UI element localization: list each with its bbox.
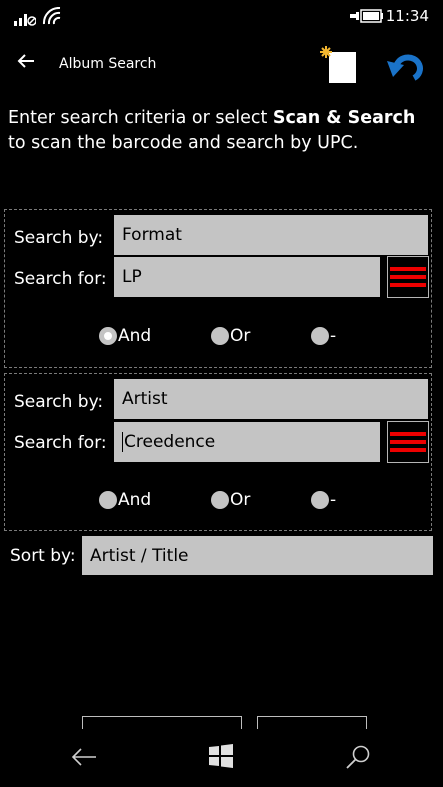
app-header: Album Search [0,40,443,92]
stripe-icon [390,275,426,279]
field-options-button[interactable] [387,256,429,298]
battery-charging-icon [350,9,383,23]
criteria-group-2: Search by: Artist Search for: Creedence … [4,373,432,531]
radio-label: - [330,326,337,346]
system-nav-bar [0,736,443,787]
text-cursor [122,432,123,452]
search-by-label: Search by: [14,228,104,248]
instructions-text: Enter search criteria or select Scan & S… [8,106,428,156]
intro-text-start: Enter search criteria or select [8,108,273,128]
search-by-field[interactable]: Artist [114,379,428,419]
scan-barcode-icon [320,46,356,83]
radio-label: - [330,490,337,510]
stripe-icon [390,283,426,287]
radio-unchecked-icon [311,327,329,345]
search-for-label: Search for: [14,269,107,289]
radio-checked-icon [99,327,117,345]
page-title: Album Search [59,56,157,72]
stripe-icon [390,448,426,452]
app-bar-button[interactable] [257,716,367,729]
intro-text-end: to scan the barcode and search by UPC. [8,133,359,153]
radio-or[interactable]: Or [211,490,250,510]
status-bar: 11:34 [0,0,443,32]
search-for-label: Search for: [14,433,107,453]
field-options-button[interactable] [387,421,429,463]
radio-unchecked-icon [211,491,229,509]
radio-and[interactable]: And [99,326,151,346]
radio-label: Or [230,326,251,346]
app-bar-button[interactable] [82,716,242,729]
back-arrow-icon[interactable] [16,52,36,70]
search-for-value: Creedence [124,432,216,452]
scan-search-button[interactable] [316,42,360,86]
radio-unchecked-icon [311,491,329,509]
undo-button[interactable] [386,52,428,82]
search-by-label: Search by: [14,392,104,412]
sort-by-label: Sort by: [10,546,76,566]
radio-label: And [118,490,152,510]
radio-label: And [118,326,152,346]
radio-or[interactable]: Or [211,326,250,346]
wifi-icon [42,7,61,25]
radio-none[interactable]: - [311,326,336,346]
undo-icon [387,54,423,81]
stripe-icon [390,432,426,436]
radio-label: Or [230,490,251,510]
scan-search-emphasis: Scan & Search [272,108,416,128]
nav-back-icon[interactable] [70,746,98,768]
nav-search-icon[interactable] [345,744,371,770]
windows-start-icon[interactable] [209,744,233,768]
sort-by-field[interactable]: Artist / Title [82,536,433,575]
search-by-field[interactable]: Format [114,215,428,255]
stripe-icon [390,267,426,271]
search-for-input[interactable]: Creedence [114,422,380,462]
radio-unchecked-icon [211,327,229,345]
criteria-group-1: Search by: Format Search for: LP And Or … [4,209,432,368]
radio-unchecked-icon [99,491,117,509]
clock: 11:34 [385,7,429,25]
radio-none[interactable]: - [311,490,336,510]
stripe-icon [390,440,426,444]
signal-off-icon [14,14,36,26]
search-for-input[interactable]: LP [114,257,380,297]
radio-and[interactable]: And [99,490,151,510]
